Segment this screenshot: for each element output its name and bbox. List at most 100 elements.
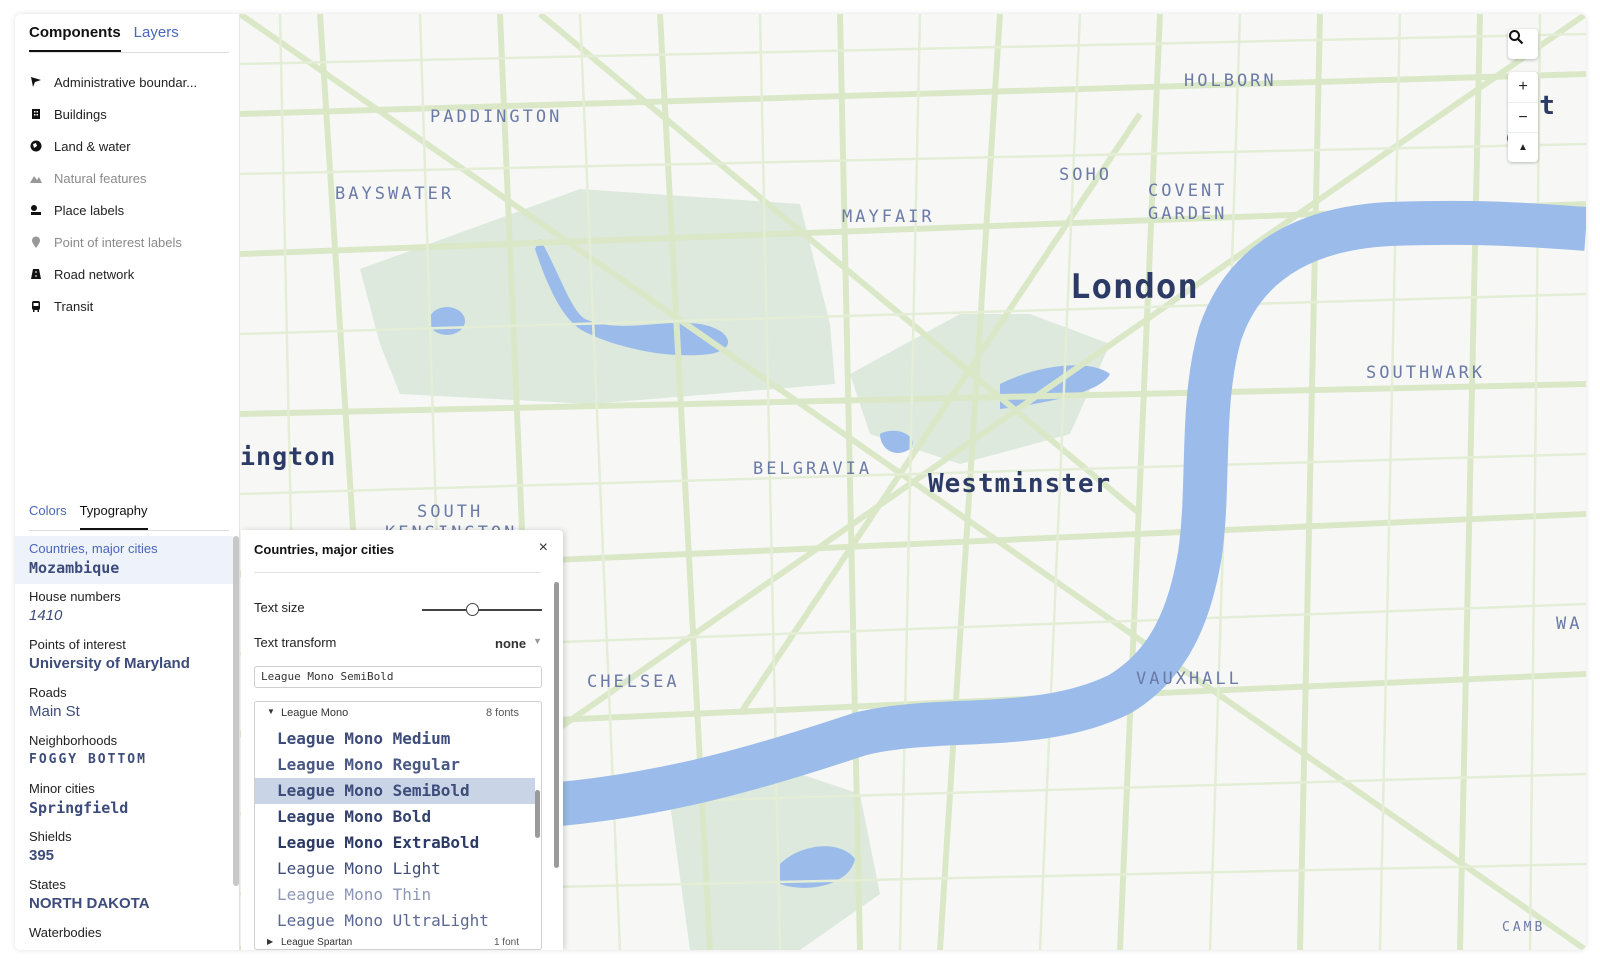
text-size-label: Text size <box>254 600 305 615</box>
map-label-holborn: HOLBORN <box>1184 71 1277 91</box>
text-size-slider-thumb[interactable] <box>466 603 480 616</box>
place-label-icon <box>29 204 42 217</box>
compass-icon: ▲ <box>1518 142 1528 153</box>
typography-sample: Springfield <box>29 799 129 817</box>
map-label-wa: WA <box>1556 614 1583 634</box>
round-pond <box>429 307 465 335</box>
font-group-count: 8 fonts <box>485 707 519 719</box>
compass-button[interactable]: ▲ <box>1508 132 1538 162</box>
map-label-covent-1: COVENT <box>1148 181 1228 201</box>
typography-category: Countries, major cities <box>29 541 158 556</box>
font-option-extrabold[interactable]: League Mono ExtraBold <box>255 830 535 856</box>
building-icon <box>29 108 42 121</box>
typography-category: Roads <box>29 685 67 700</box>
font-group-league-spartan[interactable]: ▶ League Spartan 1 font <box>255 934 525 949</box>
typography-item-countries[interactable]: Countries, major cities Mozambique <box>15 536 233 584</box>
map-label-bayswater: BAYSWATER <box>335 184 455 204</box>
caret-down-icon: ▼ <box>267 707 275 716</box>
search-icon <box>1509 30 1524 45</box>
typography-list: Countries, major cities Mozambique House… <box>15 536 233 950</box>
font-list-box: ▼ League Mono 8 fonts League Mono Medium… <box>254 701 542 950</box>
typography-item-states[interactable]: States NORTH DAKOTA <box>15 872 233 920</box>
font-option-regular[interactable]: League Mono Regular <box>255 752 535 778</box>
component-label: Transit <box>54 298 94 314</box>
map-label-kensington: ington <box>240 442 337 471</box>
map-label-paddington: PADDINGTON <box>430 107 563 127</box>
typography-scrollbar[interactable] <box>233 536 239 886</box>
typography-category: Points of interest <box>29 637 126 652</box>
tab-colors[interactable]: Colors <box>29 503 67 530</box>
map-label-mayfair: MAYFAIR <box>842 207 935 227</box>
font-list-scrollbar[interactable] <box>535 790 540 838</box>
close-icon[interactable]: × <box>539 539 548 557</box>
typography-item-roads[interactable]: Roads Main St <box>15 680 233 728</box>
sidebar: Components Layers Administrative boundar… <box>15 14 240 950</box>
typography-item-waterbodies[interactable]: Waterbodies <box>15 920 233 950</box>
map-label-chelsea: CHELSEA <box>587 672 680 692</box>
popup-scrollbar[interactable] <box>554 582 559 868</box>
typography-item-house-numbers[interactable]: House numbers 1410 <box>15 584 233 632</box>
component-label: Place labels <box>54 202 125 218</box>
search-button[interactable] <box>1508 29 1538 59</box>
typography-category: House numbers <box>29 589 121 604</box>
typography-item-poi[interactable]: Points of interest University of Marylan… <box>15 632 233 680</box>
text-size-slider-track[interactable] <box>422 609 542 611</box>
font-option-bold[interactable]: League Mono Bold <box>255 804 535 830</box>
font-option-medium[interactable]: League Mono Medium <box>255 726 535 752</box>
font-option-ultralight[interactable]: League Mono UltraLight <box>255 908 535 934</box>
component-item-transit[interactable]: Transit <box>29 290 229 322</box>
caret-right-icon: ▶ <box>267 937 274 946</box>
typography-item-shields[interactable]: Shields 395 <box>15 824 233 872</box>
typography-item-neighborhoods[interactable]: Neighborhoods FOGGY BOTTOM <box>15 728 233 776</box>
app-window: PADDINGTON BAYSWATER MAYFAIR SOHO COVENT… <box>15 14 1586 950</box>
font-search-input[interactable]: League Mono SemiBold <box>254 666 542 688</box>
popup-divider <box>254 572 541 573</box>
map-label-south-kensington-1: SOUTH <box>417 502 484 522</box>
tab-components[interactable]: Components <box>29 24 121 52</box>
typography-popup: Countries, major cities × Text size Text… <box>241 530 563 950</box>
component-label: Road network <box>54 266 135 282</box>
text-transform-select[interactable]: none <box>495 636 526 651</box>
component-label: Administrative boundar... <box>54 74 198 90</box>
component-item-administrative[interactable]: Administrative boundar... <box>29 66 229 98</box>
font-option-light[interactable]: League Mono Light <box>255 856 535 882</box>
typography-category: Shields <box>29 829 72 844</box>
typography-sample: 395 <box>29 847 55 864</box>
component-label: Point of interest labels <box>54 234 182 250</box>
zoom-out-button[interactable]: − <box>1508 102 1538 132</box>
tab-typography[interactable]: Typography <box>79 503 148 530</box>
typography-category: Neighborhoods <box>29 733 118 748</box>
font-option-thin[interactable]: League Mono Thin <box>255 882 535 908</box>
chevron-down-icon[interactable]: ▼ <box>533 636 542 646</box>
typography-sample: 1410 <box>29 607 63 624</box>
typography-category: States <box>29 877 66 892</box>
zoom-in-button[interactable]: + <box>1518 72 1527 102</box>
map-label-soho: SOHO <box>1059 165 1112 185</box>
component-item-land-water[interactable]: Land & water <box>29 130 229 162</box>
component-item-poi[interactable]: Point of interest labels <box>29 226 229 258</box>
map-label-belgravia: BELGRAVIA <box>753 459 873 479</box>
tab-layers[interactable]: Layers <box>134 24 179 52</box>
typography-sample: University of Maryland <box>29 655 190 672</box>
component-label: Buildings <box>54 106 107 122</box>
component-item-road-network[interactable]: Road network <box>29 258 229 290</box>
component-list: Administrative boundar... Buildings Land… <box>29 66 229 322</box>
component-item-buildings[interactable]: Buildings <box>29 98 229 130</box>
zoom-control: + − ▲ <box>1508 72 1538 162</box>
pin-icon <box>29 236 42 249</box>
globe-icon <box>29 140 42 153</box>
style-tabs: Colors Typography <box>29 503 229 531</box>
component-label: Natural features <box>54 170 147 186</box>
font-option-semibold[interactable]: League Mono SemiBold <box>255 778 535 804</box>
typography-item-minor-cities[interactable]: Minor cities Springfield <box>15 776 233 824</box>
map-label-london: London <box>1070 267 1199 307</box>
typography-sample: Main St <box>29 703 80 720</box>
font-group-name: League Spartan <box>281 937 353 948</box>
font-group-league-mono[interactable]: ▼ League Mono 8 fonts <box>255 702 525 724</box>
flag-icon <box>29 76 42 89</box>
component-item-place-labels[interactable]: Place labels <box>29 194 229 226</box>
typography-category: Waterbodies <box>29 925 102 940</box>
train-icon <box>29 300 42 313</box>
component-item-natural[interactable]: Natural features <box>29 162 229 194</box>
text-transform-label: Text transform <box>254 635 337 650</box>
